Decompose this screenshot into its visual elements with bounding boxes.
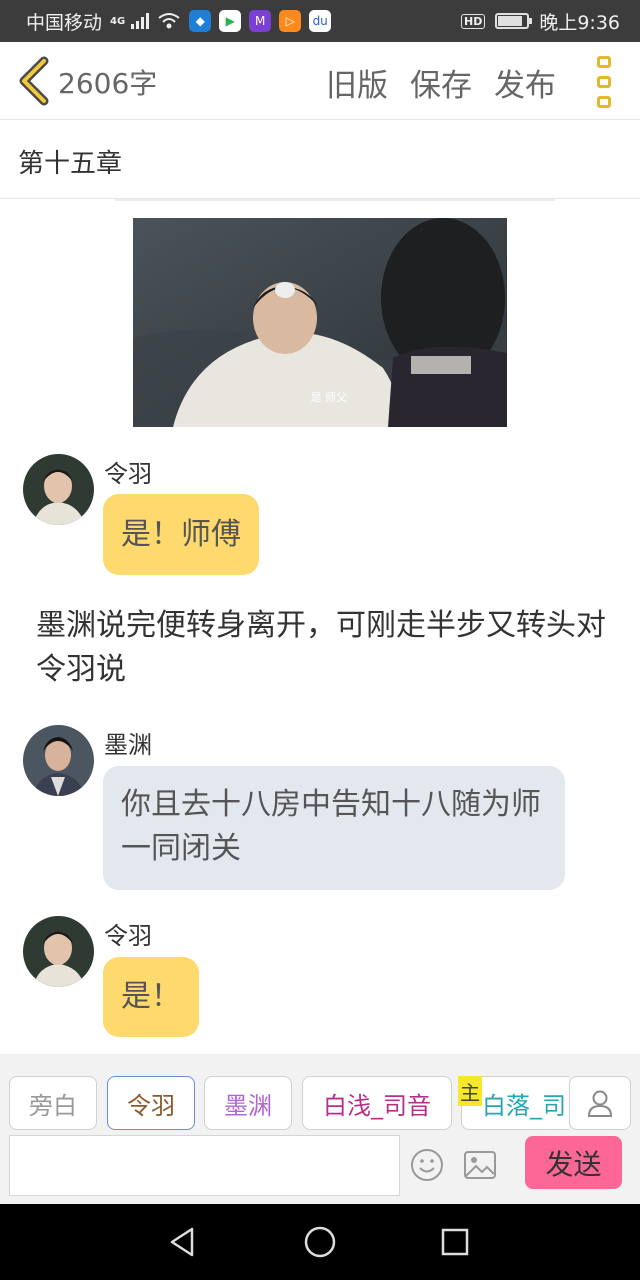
message-bubble[interactable]: 是！: [103, 957, 199, 1037]
system-nav-bar: [0, 1204, 640, 1280]
character-label: 白浅_司音: [323, 1091, 431, 1120]
menu-dot-icon: [597, 96, 611, 108]
message-input[interactable]: [9, 1135, 400, 1196]
more-menu-button[interactable]: [594, 56, 614, 108]
nav-recents-button[interactable]: [437, 1224, 473, 1260]
chapter-header[interactable]: 第十五章: [0, 121, 640, 199]
save-button[interactable]: 保存: [410, 60, 472, 105]
character-label: 令羽: [127, 1091, 175, 1120]
chapter-title: 第十五章: [18, 149, 123, 179]
chevron-left-icon: [19, 56, 49, 106]
speaker-name: 令羽: [104, 922, 152, 950]
message-bubble[interactable]: 是！师傅: [103, 494, 259, 575]
video-app-icon: ▶: [219, 10, 242, 32]
carrier-name: 中国移动: [26, 11, 103, 34]
avatar-lingyu[interactable]: [23, 454, 94, 525]
wifi-icon: [158, 13, 180, 29]
avatar-image: [23, 916, 94, 987]
avatar-image: [23, 454, 94, 525]
character-chip-baiqian[interactable]: 白浅_司音: [302, 1076, 452, 1130]
menu-dot-icon: [597, 56, 611, 68]
avatar-moyuan[interactable]: [23, 725, 94, 796]
publish-button[interactable]: 发布: [494, 60, 556, 105]
character-chip-narrator[interactable]: 旁白: [9, 1076, 97, 1130]
old-version-button[interactable]: 旧版: [326, 60, 388, 105]
scene-image[interactable]: 是 师父: [133, 218, 507, 427]
signal-icon: [131, 13, 150, 29]
word-count: 2606字: [58, 67, 158, 100]
nav-back-button[interactable]: [165, 1224, 201, 1260]
battery-icon: [495, 13, 533, 29]
avatar-lingyu[interactable]: [23, 916, 94, 987]
editor-toolbar: 2606字 旧版 保存 发布: [0, 42, 640, 120]
character-label: 墨渊: [224, 1091, 272, 1120]
manage-characters-button[interactable]: [569, 1076, 631, 1130]
user-icon: [587, 1090, 613, 1117]
image-button[interactable]: [463, 1150, 497, 1180]
compose-panel: 旁白 令羽 墨渊 白浅_司音 白落_司 主 发送: [0, 1054, 640, 1204]
main-character-tag: 主: [458, 1076, 482, 1106]
shield-app-icon: ◆: [189, 10, 212, 32]
character-chip-lingyu[interactable]: 令羽: [107, 1076, 195, 1130]
menu-dot-icon: [597, 76, 611, 88]
play-app-icon: ▷: [279, 10, 302, 32]
square-recents-icon: [441, 1228, 469, 1256]
divider: [115, 199, 555, 201]
hd-badge: HD: [460, 13, 486, 29]
speaker-name: 令羽: [104, 460, 152, 488]
picture-icon: [464, 1151, 496, 1179]
baidu-app-icon: du: [309, 10, 332, 32]
smiley-icon: [411, 1149, 443, 1181]
speaker-name: 墨渊: [104, 731, 152, 759]
triangle-back-icon: [170, 1227, 194, 1257]
scene-subtitle: 是 师父: [310, 391, 348, 404]
emoji-button[interactable]: [410, 1148, 444, 1182]
cat-app-icon: M: [249, 10, 272, 32]
character-label: 白落_司: [482, 1091, 566, 1120]
nav-home-button[interactable]: [302, 1224, 338, 1260]
avatar-image: [23, 725, 94, 796]
character-chip-moyuan[interactable]: 墨渊: [204, 1076, 292, 1130]
back-button[interactable]: [14, 56, 54, 106]
circle-home-icon: [304, 1226, 336, 1258]
message-bubble[interactable]: 你且去十八房中告知十八随为师一同闭关: [103, 766, 565, 890]
network-type: 4G: [110, 15, 126, 27]
clock: 晚上9:36: [539, 11, 620, 34]
send-button[interactable]: 发送: [525, 1136, 622, 1189]
narration-text[interactable]: 墨渊说完便转身离开，可刚走半步又转头对令羽说: [36, 604, 616, 692]
character-label: 旁白: [29, 1091, 77, 1120]
status-bar: 中国移动 4G ◆ ▶ M ▷ du HD 晚上9:36: [0, 0, 640, 42]
